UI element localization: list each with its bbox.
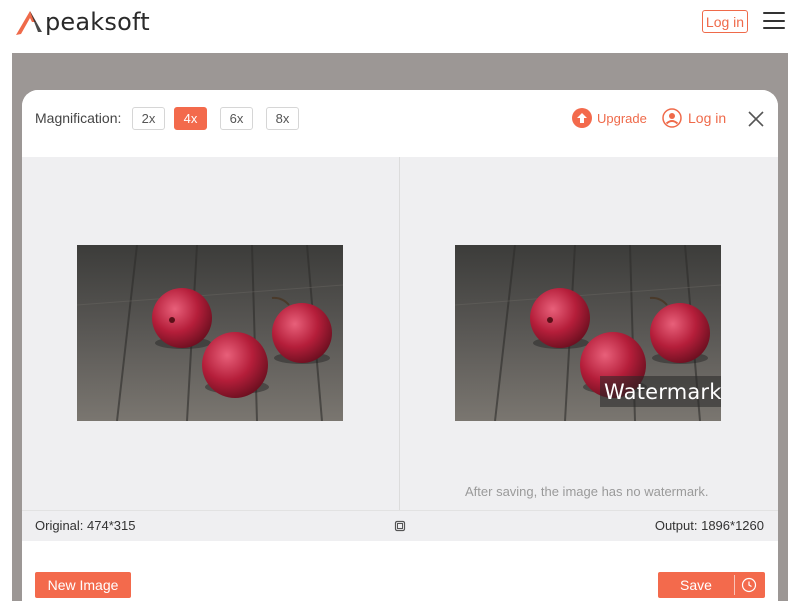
hamburger-menu-icon[interactable] xyxy=(763,12,785,29)
output-dimensions: Output: 1896*1260 xyxy=(654,518,764,533)
original-dimensions: Original: 474*315 xyxy=(35,518,136,533)
original-image xyxy=(77,245,343,421)
magnification-8x-button[interactable]: 8x xyxy=(266,107,299,130)
no-watermark-note: After saving, the image has no watermark… xyxy=(465,484,709,499)
dialog-login-label: Log in xyxy=(688,110,727,126)
save-separator xyxy=(734,575,735,595)
preview-panes: Watermark After saving, the image has no… xyxy=(22,157,778,510)
save-label: Save xyxy=(680,577,712,593)
user-icon xyxy=(662,108,682,128)
peaksoft-logo-icon xyxy=(16,11,42,35)
site-login-button[interactable]: Log in xyxy=(702,10,748,33)
image-info-bar: Original: 474*315 Output: 1896*1260 xyxy=(22,510,778,541)
close-icon[interactable] xyxy=(747,110,765,128)
compare-icon[interactable] xyxy=(394,520,406,532)
dialog-login-link[interactable]: Log in xyxy=(662,107,726,129)
output-image: Watermark xyxy=(455,245,721,421)
magnification-label: Magnification: xyxy=(35,110,122,126)
dialog-toolbar: Magnification: 2x 4x 6x 8x Upgrade Log i… xyxy=(22,90,778,157)
pane-divider xyxy=(399,157,400,510)
watermark-label: Watermark xyxy=(600,376,721,407)
upgrade-link[interactable]: Upgrade xyxy=(572,107,647,129)
upscale-dialog: Magnification: 2x 4x 6x 8x Upgrade Log i… xyxy=(22,90,778,601)
magnification-4x-button[interactable]: 4x xyxy=(174,107,207,130)
upgrade-arrow-icon xyxy=(572,108,592,128)
magnification-6x-button[interactable]: 6x xyxy=(220,107,253,130)
peaksoft-logo[interactable]: peaksoft xyxy=(14,6,150,38)
upgrade-label: Upgrade xyxy=(597,110,647,126)
new-image-button[interactable]: New Image xyxy=(35,572,131,598)
save-button[interactable]: Save xyxy=(658,572,765,598)
brand-name: peaksoft xyxy=(45,8,150,36)
magnification-2x-button[interactable]: 2x xyxy=(132,107,165,130)
site-header: peaksoft Log in xyxy=(0,0,800,53)
clock-icon[interactable] xyxy=(741,577,757,593)
